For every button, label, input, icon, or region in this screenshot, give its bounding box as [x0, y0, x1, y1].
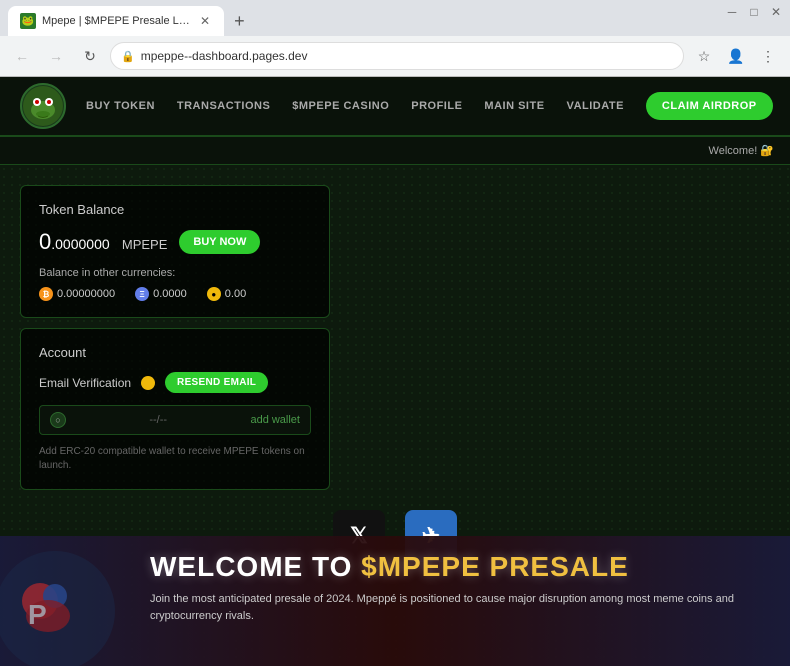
bnb-balance: ● 0.00: [207, 287, 246, 301]
bottom-text-content: WELCOME TO $MPEPE PRESALE Join the most …: [150, 551, 770, 624]
address-lock-icon: 🔒: [121, 50, 135, 63]
logo-frog-icon: [23, 86, 63, 126]
main-content: Token Balance 0.0000000 MPEPE BUY NOW Ba…: [0, 165, 790, 490]
balance-integer: 0: [39, 229, 51, 254]
add-wallet-button[interactable]: add wallet: [250, 414, 300, 426]
svg-text:P: P: [28, 599, 47, 630]
token-balance-card: Token Balance 0.0000000 MPEPE BUY NOW Ba…: [20, 185, 330, 318]
wallet-icon: ○: [50, 412, 66, 428]
site-nav: BUY TOKEN TRANSACTIONS $MPEPE CASINO PRO…: [0, 77, 790, 137]
balance-currencies: ₿ 0.00000000 Ξ 0.0000 ● 0.00: [39, 287, 311, 301]
wallet-hint: Add ERC-20 compatible wallet to receive …: [39, 445, 311, 473]
site-content: BUY TOKEN TRANSACTIONS $MPEPE CASINO PRO…: [0, 77, 790, 666]
nav-profile[interactable]: PROFILE: [411, 100, 462, 112]
email-verification-label: Email Verification: [39, 376, 131, 390]
hero-title-highlight: $MPEPE PRESALE: [361, 551, 629, 582]
nav-main-site[interactable]: MAIN SITE: [484, 100, 544, 112]
tab-bar: 🐸 Mpepe | $MPEPE Presale Live... ✕ +: [0, 0, 790, 36]
welcome-text: Welcome! 🔐: [709, 144, 774, 157]
btc-icon: ₿: [39, 287, 53, 301]
email-verification-row: Email Verification RESEND EMAIL: [39, 372, 311, 393]
nav-smpepe-casino[interactable]: $MPEPE CASINO: [292, 100, 389, 112]
account-card: Account Email Verification RESEND EMAIL …: [20, 328, 330, 490]
hero-title-prefix: WELCOME TO: [150, 551, 361, 582]
claim-airdrop-button[interactable]: CLAIM AIRDROP: [646, 92, 773, 120]
welcome-bar: Welcome! 🔐: [0, 137, 790, 165]
resend-email-button[interactable]: RESEND EMAIL: [165, 372, 268, 393]
bookmark-button[interactable]: ☆: [690, 42, 718, 70]
forward-button[interactable]: →: [42, 42, 70, 70]
window-controls: ─ □ ✕: [726, 6, 782, 18]
address-bar[interactable]: 🔒 mpeppe--dashboard.pages.dev: [110, 42, 684, 70]
eth-value: 0.0000: [153, 288, 187, 300]
hero-title: WELCOME TO $MPEPE PRESALE: [150, 551, 770, 583]
token-balance-title: Token Balance: [39, 202, 311, 217]
nav-buy-token[interactable]: BUY TOKEN: [86, 100, 155, 112]
minimize-button[interactable]: ─: [726, 6, 738, 18]
refresh-button[interactable]: ↻: [76, 42, 104, 70]
close-window-button[interactable]: ✕: [770, 6, 782, 18]
btc-balance: ₿ 0.00000000: [39, 287, 115, 301]
tab-title: Mpepe | $MPEPE Presale Live...: [42, 15, 192, 27]
site-logo: [20, 83, 66, 129]
back-button[interactable]: ←: [8, 42, 36, 70]
other-currencies-label: Balance in other currencies:: [39, 267, 311, 279]
tab-close-button[interactable]: ✕: [198, 14, 212, 28]
eth-balance: Ξ 0.0000: [135, 287, 187, 301]
nav-validate[interactable]: VALIDATE: [567, 100, 624, 112]
maximize-button[interactable]: □: [748, 6, 760, 18]
token-balance-amount-row: 0.0000000 MPEPE BUY NOW: [39, 229, 311, 255]
browser-chrome: 🐸 Mpepe | $MPEPE Presale Live... ✕ + ─ □…: [0, 0, 790, 77]
new-tab-button[interactable]: +: [228, 11, 251, 32]
profile-button[interactable]: 👤: [722, 42, 750, 70]
buy-now-button[interactable]: BUY NOW: [179, 230, 260, 254]
wallet-row: ○ --/-- add wallet: [39, 405, 311, 435]
active-tab[interactable]: 🐸 Mpepe | $MPEPE Presale Live... ✕: [8, 6, 224, 36]
account-title: Account: [39, 345, 311, 360]
wallet-divider: --/--: [74, 414, 242, 426]
bottom-overlay: P WELCOME TO $MPEPE PRESALE Join the mos…: [0, 536, 790, 666]
browser-actions: ☆ 👤 ⋮: [690, 42, 782, 70]
nav-links: BUY TOKEN TRANSACTIONS $MPEPE CASINO PRO…: [86, 92, 773, 120]
bnb-icon: ●: [207, 287, 221, 301]
nav-transactions[interactable]: TRANSACTIONS: [177, 100, 270, 112]
btc-value: 0.00000000: [57, 288, 115, 300]
tab-favicon: 🐸: [20, 13, 36, 29]
bnb-value: 0.00: [225, 288, 246, 300]
balance-number: 0.0000000 MPEPE: [39, 229, 167, 255]
browser-controls: ← → ↻ 🔒 mpeppe--dashboard.pages.dev ☆ 👤 …: [0, 36, 790, 76]
email-status-dot: [141, 376, 155, 390]
bottom-logo-watermark: P: [0, 546, 120, 666]
menu-button[interactable]: ⋮: [754, 42, 782, 70]
address-text: mpeppe--dashboard.pages.dev: [141, 49, 308, 63]
balance-currency: MPEPE: [122, 237, 168, 252]
eth-icon: Ξ: [135, 287, 149, 301]
balance-decimal: .0000000: [51, 236, 109, 252]
hero-subtitle: Join the most anticipated presale of 202…: [150, 591, 770, 624]
